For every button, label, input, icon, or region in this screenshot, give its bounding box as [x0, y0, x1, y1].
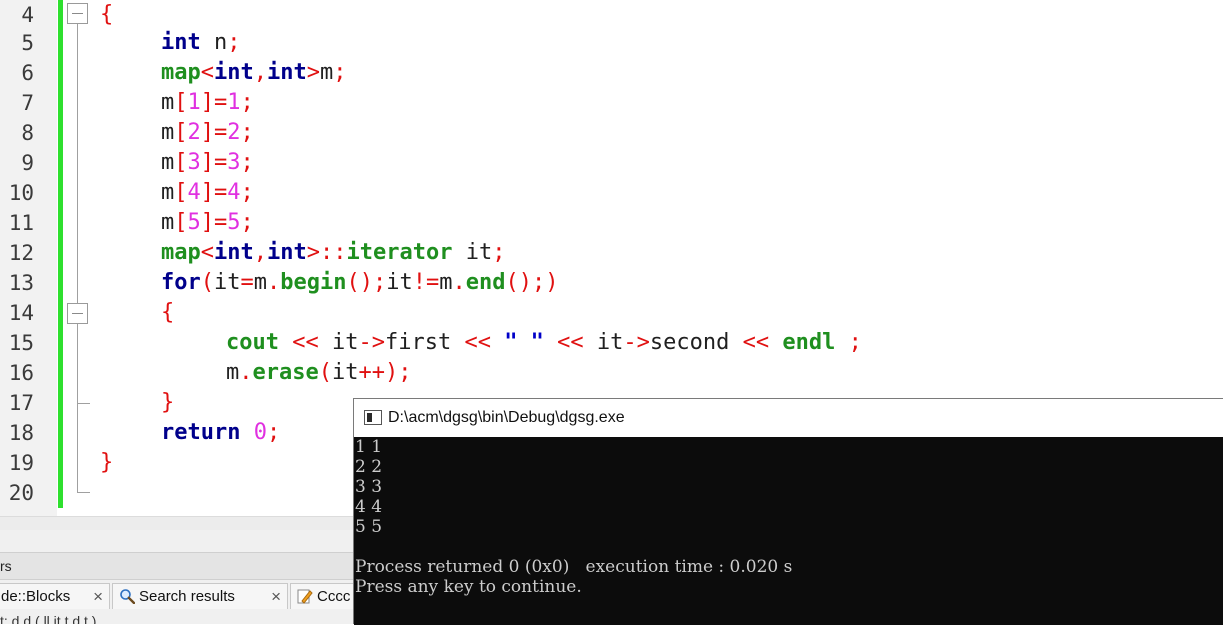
line-number: 5 [21, 31, 34, 55]
line-number: 15 [8, 331, 34, 355]
code-line: return 0; [161, 420, 281, 445]
console-line: 4 4 [355, 497, 383, 517]
line-number: 6 [21, 61, 34, 85]
console-line: 5 5 [355, 517, 383, 537]
line-number: 9 [21, 151, 34, 175]
search-icon [119, 587, 136, 605]
code-line: int n; [161, 30, 241, 55]
fold-line [77, 24, 78, 304]
tab-label: Cccc [317, 588, 351, 605]
line-number: 14 [8, 301, 34, 325]
line-number: 16 [8, 361, 34, 385]
line-number: 17 [8, 391, 34, 415]
console-output[interactable]: 1 1 2 2 3 3 4 4 5 5 Process returned 0 (… [354, 437, 1223, 625]
console-line: Press any key to continue. [355, 577, 582, 597]
close-icon[interactable]: × [271, 584, 281, 609]
code-line: map<int,int>m; [161, 60, 347, 85]
code-line: for(it=m.begin();it!=m.end();) [161, 270, 559, 295]
code-line: } [161, 390, 175, 415]
note-pencil-icon [297, 587, 313, 604]
code-line: { [161, 300, 175, 325]
line-number: 18 [8, 421, 34, 445]
line-number: 10 [8, 181, 34, 205]
fold-collapse-icon[interactable] [67, 303, 88, 324]
console-titlebar[interactable]: D:\acm\dgsg\bin\Debug\dgsg.exe [354, 399, 1223, 437]
code-line: m[5]=5; [161, 210, 254, 235]
tab-label: Search results [139, 588, 235, 605]
tab-codeblocks-log[interactable]: de::Blocks × [0, 583, 110, 609]
code-line: m[1]=1; [161, 90, 254, 115]
console-line: 2 2 [355, 457, 383, 477]
console-window[interactable]: D:\acm\dgsg\bin\Debug\dgsg.exe 1 1 2 2 3… [353, 398, 1223, 625]
code-line: } [100, 450, 114, 475]
line-number: 4 [21, 3, 34, 27]
fold-end-marker [77, 403, 90, 404]
line-number-gutter: 4 5 6 7 8 9 10 11 12 13 14 15 16 17 18 1… [0, 0, 57, 516]
tab-cccc[interactable]: Cccc [290, 583, 356, 609]
code-line: cout << it->first << " " << it->second <… [226, 330, 862, 355]
tab-search-results[interactable]: Search results × [112, 583, 288, 609]
console-line: Process returned 0 (0x0) execution time … [355, 557, 793, 577]
code-line: { [100, 2, 114, 27]
console-line: 3 3 [355, 477, 383, 497]
code-line: m[4]=4; [161, 180, 254, 205]
fold-collapse-icon[interactable] [67, 3, 88, 24]
code-line: m.erase(it++); [226, 360, 412, 385]
fold-end-marker [77, 492, 90, 493]
line-number: 7 [21, 91, 34, 115]
console-line: 1 1 [355, 437, 383, 457]
fold-line [77, 324, 78, 492]
code-line: m[3]=3; [161, 150, 254, 175]
close-icon[interactable]: × [93, 584, 103, 609]
line-number: 19 [8, 451, 34, 475]
console-app-icon [364, 410, 382, 425]
fold-margin [63, 0, 94, 516]
line-number: 12 [8, 241, 34, 265]
line-number: 20 [8, 481, 34, 505]
console-title: D:\acm\dgsg\bin\Debug\dgsg.exe [388, 409, 625, 426]
line-number: 11 [8, 211, 34, 235]
line-number: 13 [8, 271, 34, 295]
code-line: m[2]=2; [161, 120, 254, 145]
code-line: map<int,int>::iterator it; [161, 240, 506, 265]
tab-label: de::Blocks [1, 588, 71, 605]
line-number: 8 [21, 121, 34, 145]
